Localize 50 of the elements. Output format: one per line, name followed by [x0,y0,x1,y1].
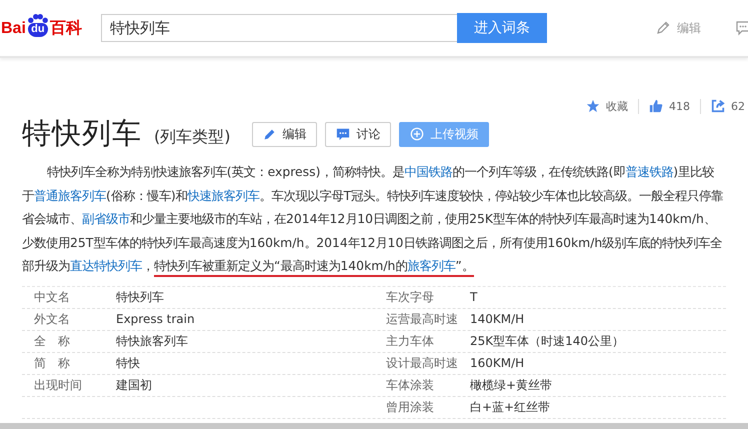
logo[interactable]: Bai du 百科 [1,14,93,36]
edit-link[interactable]: 编辑 [677,20,701,36]
info-label: 出现时间 [34,376,83,394]
info-value: 160KM/H [470,356,526,370]
comment-icon[interactable] [735,20,748,36]
article-link[interactable]: 中国铁路 [404,164,452,179]
info-label: 中文名 [34,288,71,306]
summary-paragraph: 特快列车全称为特别快速旅客列车(英文：express)，简称特快。是中国铁路的一个列车等级，在传统铁路(即普速铁路)里比较于普通旅客列车(俗称：慢车)和快速旅客列车。车次现以字母T冠头。特快列车速度较快，停站较少车体也比较高级。一般全程只停靠省会城市、副省级市和少量主要地级市的车站，在2014年12月10日调图之前，使用25K型车体的特快列车最高时速为140km/h、少数使用25T型车体的特快列车最高速度为160km/h。2014年12月10日铁路调图之后，所有使用160km/h级别车底的特快列车全部升级为直达特快列车，特快列车被重新定义为“最高时速为140km/h的旅客列车”。 [22,160,726,278]
plus-circle-icon [410,127,424,141]
stat-label: 收藏 [606,98,628,114]
info-label: 外文名 [34,310,71,328]
info-value: 特快 [116,354,141,372]
info-label: 设计最高时速 [386,354,459,372]
stat-label: 62 [731,100,745,112]
edit-button[interactable]: 编辑 [252,122,318,146]
info-value: 橄榄绿+黄丝带 [470,376,554,394]
info-value: 白+蓝+红丝带 [470,398,552,416]
discuss-button[interactable]: 讨论 [325,122,392,146]
info-value: 特快旅客列车 [116,332,189,350]
info-label: 主力车体 [386,332,435,350]
article-link[interactable]: 旅客列车 [407,258,456,277]
info-label: 曾用涂装 [386,398,435,416]
article-link[interactable]: 普速铁路 [625,164,674,179]
info-label: 车体涂装 [386,376,435,394]
info-value: 25K型车体（时速140公里） [470,332,626,350]
info-value: 特快列车 [116,288,165,306]
scrollbar[interactable] [0,423,748,429]
article-link[interactable]: 副省级市 [82,211,130,226]
comment-icon [336,127,350,141]
pencil-icon[interactable] [655,20,671,36]
info-label: 简 称 [34,354,71,372]
search-button[interactable]: 进入词条 [457,13,547,43]
info-label: 全 称 [34,332,71,350]
article-link[interactable]: 快速旅客列车 [188,188,260,202]
info-value: 140KM/H [470,312,526,326]
info-value: T [470,290,478,304]
thumbs-up-icon[interactable] [649,99,663,113]
search-field[interactable]: 特快列车 [101,14,457,42]
article-link[interactable]: 直达特快列车 [70,258,142,273]
info-label: 运营最高时速 [386,310,459,328]
pencil-icon [263,128,276,140]
page-subtitle: (列车类型) [154,126,230,148]
info-label: 车次字母 [386,288,435,306]
star-icon[interactable] [586,99,600,113]
article-link[interactable]: 普通旅客列车 [34,188,106,202]
share-icon[interactable] [711,99,725,113]
stat-label: 418 [669,100,690,112]
page-title: 特快列车 [22,115,142,152]
info-value: Express train [116,312,196,326]
info-value: 建国初 [116,376,153,394]
